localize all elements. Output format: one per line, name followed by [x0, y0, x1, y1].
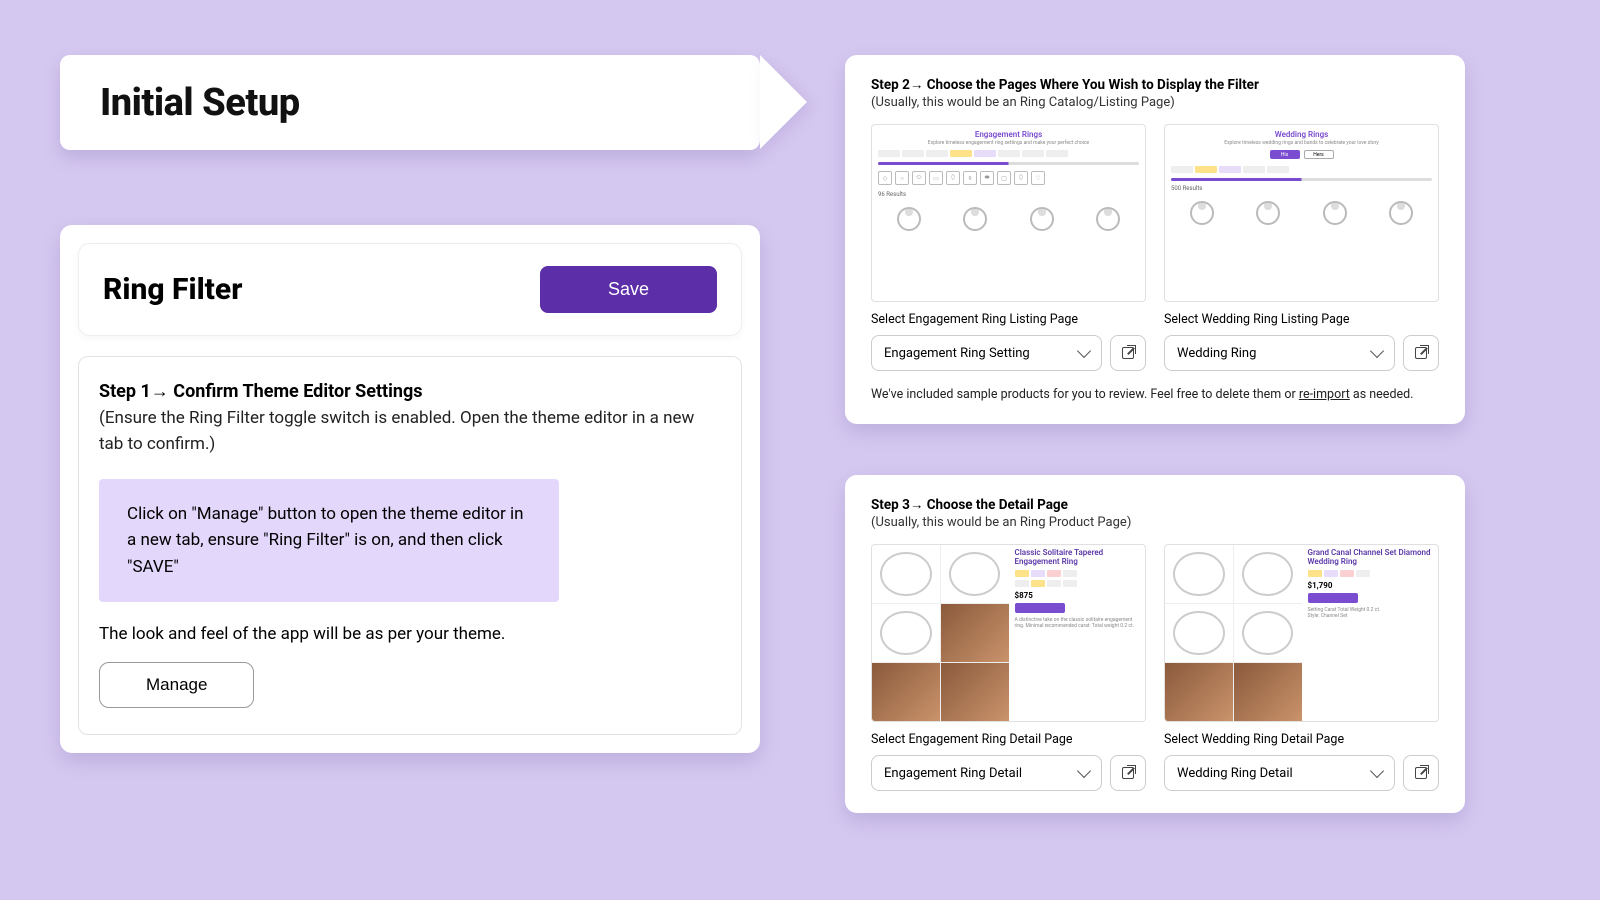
- panel-title: Ring Filter: [103, 272, 242, 307]
- step2-card: Step 2→ Choose the Pages Where You Wish …: [845, 55, 1465, 424]
- engagement-detail-thumbnail: Classic Solitaire Tapered Engagement Rin…: [871, 544, 1146, 722]
- open-engagement-listing-button[interactable]: [1110, 335, 1146, 371]
- chevron-down-icon: [1077, 764, 1091, 778]
- manage-button[interactable]: Manage: [99, 662, 254, 708]
- step2-heading: Step 2→ Choose the Pages Where You Wish …: [871, 77, 1439, 93]
- select-value: Wedding Ring: [1177, 346, 1256, 361]
- external-link-icon: [1415, 767, 1427, 779]
- step1-card: Ring Filter Save Step 1→ Confirm Theme E…: [60, 225, 760, 753]
- step1-heading: Step 1→ Confirm Theme Editor Settings: [99, 381, 721, 402]
- engagement-detail-select-label: Select Engagement Ring Detail Page: [871, 732, 1146, 747]
- add-to-cart-mini: [1308, 593, 1358, 603]
- engagement-select-label: Select Engagement Ring Listing Page: [871, 312, 1146, 327]
- select-value: Engagement Ring Detail: [884, 766, 1022, 781]
- product-price: $875: [1015, 591, 1140, 600]
- save-button[interactable]: Save: [540, 266, 717, 313]
- chevron-down-icon: [1370, 764, 1384, 778]
- step3-col-wedding: Grand Canal Channel Set Diamond Wedding …: [1164, 544, 1439, 791]
- wedding-listing-thumbnail: Wedding Rings Explore timeless wedding r…: [1164, 124, 1439, 302]
- wedding-listing-select[interactable]: Wedding Ring: [1164, 335, 1395, 371]
- external-link-icon: [1122, 347, 1134, 359]
- thumb-title: Wedding Rings: [1165, 125, 1438, 139]
- chevron-down-icon: [1077, 344, 1091, 358]
- step2-col-engagement: Engagement Rings Explore timeless engage…: [871, 124, 1146, 371]
- mini-tab: His: [1270, 150, 1300, 159]
- step3-card: Step 3→ Choose the Detail Page (Usually,…: [845, 475, 1465, 813]
- mini-tab: Hers: [1304, 150, 1334, 159]
- thumb-caption: Explore timeless wedding rings and bands…: [1165, 139, 1438, 147]
- step1-note: The look and feel of the app will be as …: [99, 624, 721, 644]
- open-wedding-listing-button[interactable]: [1403, 335, 1439, 371]
- ring-filter-header: Ring Filter Save: [78, 243, 742, 336]
- chevron-down-icon: [1370, 344, 1384, 358]
- wedding-detail-select-label: Select Wedding Ring Detail Page: [1164, 732, 1439, 747]
- add-to-cart-mini: [1015, 603, 1065, 613]
- step2-footnote: We've included sample products for you t…: [871, 387, 1439, 402]
- open-wedding-detail-button[interactable]: [1403, 755, 1439, 791]
- page-title: Initial Setup: [100, 81, 300, 125]
- step1-body: Step 1→ Confirm Theme Editor Settings (E…: [78, 356, 742, 735]
- step3-heading: Step 3→ Choose the Detail Page: [871, 497, 1439, 513]
- product-price: $1,790: [1308, 581, 1433, 590]
- step3-subtext: (Usually, this would be an Ring Product …: [871, 515, 1439, 530]
- wedding-select-label: Select Wedding Ring Listing Page: [1164, 312, 1439, 327]
- step1-subtext: (Ensure the Ring Filter toggle switch is…: [99, 406, 721, 457]
- initial-setup-banner: Initial Setup: [60, 55, 760, 150]
- product-title: Classic Solitaire Tapered Engagement Rin…: [1015, 549, 1140, 567]
- open-engagement-detail-button[interactable]: [1110, 755, 1146, 791]
- wedding-detail-select[interactable]: Wedding Ring Detail: [1164, 755, 1395, 791]
- step2-subtext: (Usually, this would be an Ring Catalog/…: [871, 95, 1439, 110]
- step2-col-wedding: Wedding Rings Explore timeless wedding r…: [1164, 124, 1439, 371]
- engagement-listing-select[interactable]: Engagement Ring Setting: [871, 335, 1102, 371]
- engagement-detail-select[interactable]: Engagement Ring Detail: [871, 755, 1102, 791]
- select-value: Wedding Ring Detail: [1177, 766, 1293, 781]
- reimport-link[interactable]: re-import: [1299, 387, 1350, 402]
- engagement-listing-thumbnail: Engagement Rings Explore timeless engage…: [871, 124, 1146, 302]
- wedding-detail-thumbnail: Grand Canal Channel Set Diamond Wedding …: [1164, 544, 1439, 722]
- product-title: Grand Canal Channel Set Diamond Wedding …: [1308, 549, 1433, 567]
- step3-col-engagement: Classic Solitaire Tapered Engagement Rin…: [871, 544, 1146, 791]
- thumb-title: Engagement Rings: [872, 125, 1145, 139]
- external-link-icon: [1415, 347, 1427, 359]
- select-value: Engagement Ring Setting: [884, 346, 1030, 361]
- thumb-caption: Explore timeless engagement ring setting…: [872, 139, 1145, 147]
- external-link-icon: [1122, 767, 1134, 779]
- step1-hint: Click on "Manage" button to open the the…: [99, 479, 559, 602]
